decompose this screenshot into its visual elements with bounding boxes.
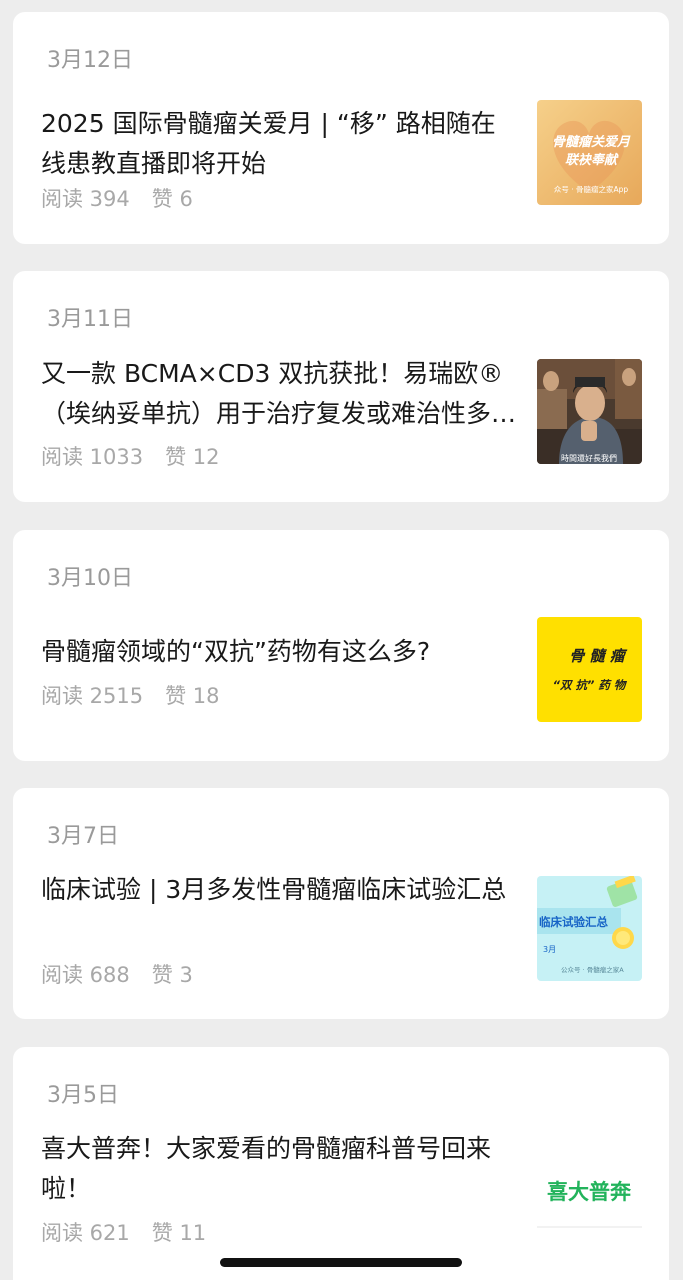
article-date: 3月11日 bbox=[47, 307, 133, 332]
like-count: 赞 6 bbox=[151, 187, 193, 211]
like-count: 赞 11 bbox=[151, 1221, 207, 1245]
like-count: 赞 12 bbox=[165, 445, 220, 469]
article-title[interactable]: 骨髓瘤领域的“双抗”药物有这么多? bbox=[41, 632, 519, 672]
article-date: 3月5日 bbox=[47, 1083, 119, 1108]
article-thumbnail[interactable]: 临床试验汇总 3月 公众号 · 骨髓瘤之家A bbox=[537, 876, 642, 981]
read-count: 阅读 688 bbox=[41, 963, 130, 987]
read-count: 阅读 2515 bbox=[41, 684, 144, 708]
thumb-line1: 临床试验汇总 bbox=[539, 915, 608, 929]
thumb-line2: “双 抗” 药 物 bbox=[553, 678, 628, 692]
thumb-caption: 時間還好長我們 bbox=[561, 453, 617, 463]
thumb-line1: 骨髓瘤关爱月 bbox=[552, 134, 631, 150]
article-stats: 阅读 1033 赞 12 bbox=[41, 441, 220, 471]
article-stats: 阅读 621 赞 11 bbox=[41, 1217, 206, 1247]
article-card[interactable]: 3月5日 喜大普奔！大家爱看的骨髓瘤科普号回来啦！ 阅读 621 赞 11 喜大普… bbox=[13, 1047, 669, 1280]
article-title[interactable]: 喜大普奔！大家爱看的骨髓瘤科普号回来啦！ bbox=[41, 1129, 519, 1209]
home-indicator[interactable] bbox=[220, 1258, 462, 1267]
article-thumbnail[interactable]: 時間還好長我們 bbox=[537, 359, 642, 464]
article-thumbnail[interactable]: 骨髓瘤关爱月 联袂奉献 众号 · 骨髓瘤之家App bbox=[537, 100, 642, 205]
thumb-line2: 联袂奉献 bbox=[565, 152, 619, 168]
read-count: 阅读 621 bbox=[41, 1221, 130, 1245]
article-stats: 阅读 394 赞 6 bbox=[41, 183, 193, 213]
article-card[interactable]: 3月12日 2025 国际骨髓瘤关爱月 | “移” 路相随在线患教直播即将开始 … bbox=[13, 12, 669, 244]
article-date: 3月7日 bbox=[47, 824, 119, 849]
thumb-line1: 喜大普奔 bbox=[547, 1180, 632, 1204]
article-title[interactable]: 临床试验 | 3月多发性骨髓瘤临床试验汇总 bbox=[41, 870, 519, 910]
article-card[interactable]: 3月11日 又一款 BCMA×CD3 双抗获批！易瑞欧®（埃纳妥单抗）用于治疗复… bbox=[13, 271, 669, 502]
read-count: 阅读 1033 bbox=[41, 445, 144, 469]
article-thumbnail[interactable]: 骨 髓 瘤 “双 抗” 药 物 bbox=[537, 617, 642, 722]
thumb-line1: 骨 髓 瘤 bbox=[569, 647, 627, 665]
thumb-line2: 3月 bbox=[543, 945, 556, 954]
like-count: 赞 18 bbox=[165, 684, 220, 708]
article-title[interactable]: 又一款 BCMA×CD3 双抗获批！易瑞欧®（埃纳妥单抗）用于治疗复发或难治性多… bbox=[41, 354, 519, 434]
read-count: 阅读 394 bbox=[41, 187, 130, 211]
article-date: 3月10日 bbox=[47, 566, 133, 591]
article-card[interactable]: 3月10日 骨髓瘤领域的“双抗”药物有这么多? 阅读 2515 赞 18 骨 髓 … bbox=[13, 530, 669, 761]
thumb-caption: 公众号 · 骨髓瘤之家A bbox=[561, 965, 624, 974]
article-stats: 阅读 688 赞 3 bbox=[41, 959, 193, 989]
article-card[interactable]: 3月7日 临床试验 | 3月多发性骨髓瘤临床试验汇总 阅读 688 赞 3 临床试… bbox=[13, 788, 669, 1019]
article-title[interactable]: 2025 国际骨髓瘤关爱月 | “移” 路相随在线患教直播即将开始 bbox=[41, 104, 519, 184]
article-thumbnail[interactable]: 喜大普奔 bbox=[537, 1135, 642, 1240]
thumb-caption: 众号 · 骨髓瘤之家App bbox=[554, 184, 629, 194]
like-count: 赞 3 bbox=[151, 963, 193, 987]
article-date: 3月12日 bbox=[47, 48, 133, 73]
article-stats: 阅读 2515 赞 18 bbox=[41, 680, 220, 710]
